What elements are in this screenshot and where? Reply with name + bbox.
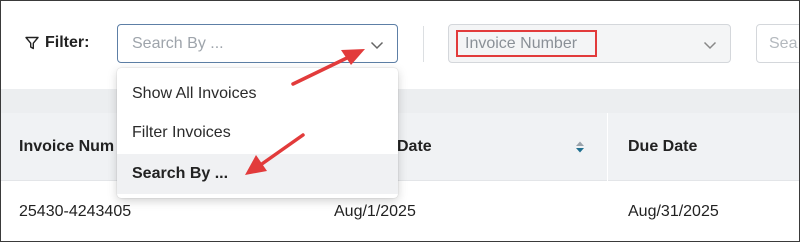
search-input-placeholder: Sea — [769, 34, 798, 52]
filter-funnel-icon — [25, 36, 39, 50]
search-by-dropdown-menu: Show All Invoices Filter Invoices Search… — [117, 68, 398, 198]
filter-label-text: Filter: — [45, 34, 90, 51]
cell-due-date: Aug/31/2025 — [628, 203, 719, 220]
field-select-value: Invoice Number — [465, 34, 578, 52]
toolbar-divider — [423, 26, 424, 62]
search-by-placeholder: Search By ... — [132, 34, 224, 52]
sort-icon[interactable] — [574, 140, 586, 154]
field-select[interactable]: Invoice Number — [448, 24, 731, 63]
app-frame: Filter: Search By ... Invoice Number Sea… — [0, 0, 800, 242]
cell-invoice-number: 25430-4243405 — [19, 203, 132, 220]
menu-item-show-all-invoices[interactable]: Show All Invoices — [117, 74, 398, 114]
filter-label: Filter: — [25, 34, 89, 52]
menu-item-filter-invoices[interactable]: Filter Invoices — [117, 113, 398, 153]
column-separator — [607, 113, 608, 181]
search-by-select[interactable]: Search By ... — [117, 24, 398, 63]
chevron-down-icon[interactable] — [369, 37, 385, 53]
search-input[interactable]: Sea — [756, 24, 799, 63]
column-header-due-date[interactable]: Due Date — [628, 113, 697, 181]
menu-item-search-by[interactable]: Search By ... — [117, 154, 398, 194]
chevron-down-icon[interactable] — [702, 37, 718, 53]
column-header-invoice-number[interactable]: Invoice Num — [19, 113, 114, 181]
column-header-date[interactable]: Date — [397, 113, 432, 181]
